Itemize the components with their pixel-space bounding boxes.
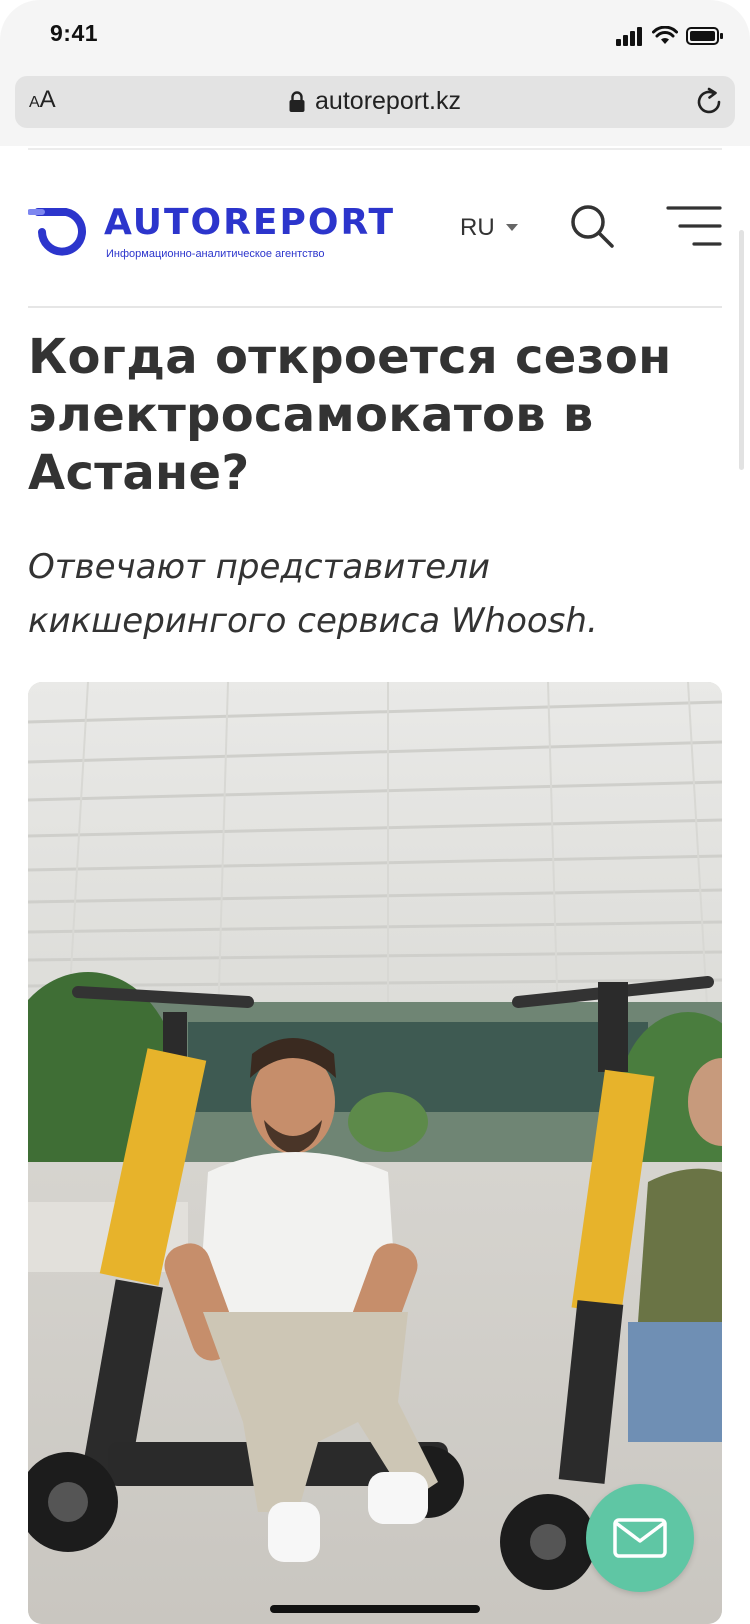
status-icons: [616, 24, 724, 48]
url-text: autoreport.kz: [315, 87, 461, 115]
wifi-icon: [652, 26, 678, 44]
status-time: 9:41: [50, 20, 99, 46]
home-indicator: [270, 1605, 480, 1613]
site-header: AUTOREPORT Информационно-аналитическое а…: [0, 180, 750, 300]
search-icon[interactable]: [568, 202, 616, 250]
address-bar[interactable]: AA autoreport.kz: [15, 76, 735, 128]
photo-illustration: [28, 682, 722, 1624]
cellular-signal-icon: [616, 27, 642, 46]
article-photo: [28, 682, 722, 1624]
logo-wordmark: AUTOREPORT: [104, 202, 396, 243]
logo-tagline: Информационно-аналитическое агентство: [106, 248, 325, 260]
site-logo[interactable]: AUTOREPORT Информационно-аналитическое а…: [28, 202, 393, 260]
article-title: Когда откроется сезон электросамокатов в…: [28, 329, 672, 501]
logo-mark-icon: [28, 208, 86, 256]
mail-icon: [613, 1518, 667, 1558]
lock-icon: [289, 90, 305, 112]
status-bar: 9:41: [0, 0, 750, 72]
url-display[interactable]: autoreport.kz: [15, 87, 735, 116]
scroll-indicator: [739, 230, 744, 470]
language-selector[interactable]: RU: [460, 214, 519, 242]
contact-mail-button[interactable]: [586, 1484, 694, 1592]
language-label: RU: [460, 214, 495, 241]
browser-chrome: 9:41 AA autoreport.kz: [0, 0, 750, 146]
header-divider: [28, 306, 722, 308]
reload-icon[interactable]: [693, 86, 725, 118]
phone-screen: 9:41 AA autoreport.kz AUTOREPORT Информа…: [0, 0, 750, 1624]
battery-icon: [686, 27, 723, 45]
top-divider: [28, 148, 722, 150]
hamburger-menu-icon[interactable]: [664, 204, 724, 248]
caret-down-icon: [505, 224, 518, 231]
article-lead: Отвечают представители кикшерингого серв…: [28, 547, 598, 641]
